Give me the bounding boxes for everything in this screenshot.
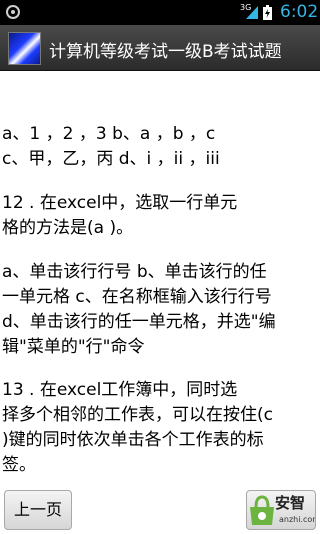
content-line: a、单击该行行号 b、单击该行的任	[2, 262, 267, 282]
notification-icon	[6, 5, 20, 19]
status-bar: 3G 6:02	[0, 0, 320, 25]
next-page-button[interactable]: 安智 anzhi.com	[246, 490, 316, 530]
page-title: 计算机等级考试一级B考试试题	[49, 42, 282, 62]
content-line: )键的同时依次单击各个工作表的标	[2, 430, 264, 450]
anzhi-logo-icon	[250, 495, 274, 525]
title-bar: 计算机等级考试一级B考试试题	[0, 25, 320, 71]
content-line: 择多个相邻的工作表，可以在按住(c	[2, 405, 273, 425]
content-line: c、甲，乙，丙 d、i ，ii ，iii	[2, 149, 220, 169]
signal-icon	[246, 6, 258, 19]
content-line: a、1 ，2 ，3 b、a ，b ，c	[2, 124, 216, 144]
content-line: 签。	[2, 455, 36, 475]
battery-icon	[263, 5, 272, 20]
content-line: d、单击该行的任一单元格，并选"编	[2, 312, 276, 332]
content-line: 一单元格 c、在名称框输入该行行号	[2, 287, 272, 307]
clock: 6:02	[280, 2, 319, 22]
watermark-subtext: anzhi.com	[279, 515, 316, 524]
prev-page-button[interactable]: 上一页	[4, 490, 72, 530]
content-line: 辑"菜单的"行"命令	[2, 337, 145, 357]
content-line: 12 . 在excel中，选取一行单元	[2, 193, 238, 213]
content-line: 13 . 在excel工作簿中，同时选	[2, 380, 238, 400]
watermark-text: 安智	[275, 494, 306, 512]
content-line: 格的方法是(a )。	[2, 218, 134, 238]
question-content: a、1 ，2 ，3 b、a ，b ，c c、甲，乙，丙 d、i ，ii ，iii…	[0, 70, 320, 514]
app-icon	[8, 32, 41, 65]
